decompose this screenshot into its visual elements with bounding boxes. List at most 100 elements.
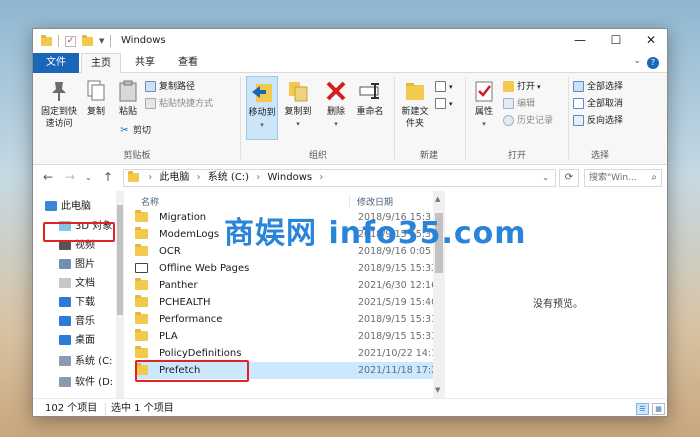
nav-label: 下载	[75, 297, 95, 308]
paste-shortcut-label: 粘贴快捷方式	[159, 99, 214, 109]
easy-access-button[interactable]: ▾	[435, 96, 453, 112]
copy-path-button[interactable]: 复制路径	[145, 79, 195, 95]
column-header-name[interactable]: 名称	[141, 195, 159, 208]
select-none-button[interactable]: 全部取消	[573, 96, 623, 112]
nav-label: 音乐	[75, 316, 95, 327]
file-name: PLA	[159, 331, 178, 342]
list-item[interactable]: PCHEALTH 2021/5/19 15:40	[135, 294, 437, 311]
scroll-down-icon[interactable]: ▼	[435, 386, 440, 394]
scrollbar-thumb[interactable]	[117, 205, 123, 315]
invert-selection-icon	[573, 115, 584, 126]
move-to-button[interactable]: 移动到 ▾	[246, 76, 278, 140]
properties-icon[interactable]: ✓	[65, 35, 76, 47]
address-input[interactable]: › 此电脑 › 系统 (C:) › Windows › ⌄	[123, 169, 556, 187]
nav-label: 图片	[75, 259, 95, 270]
nav-item-documents[interactable]: 文档	[59, 275, 95, 293]
copy-label: 复制	[86, 107, 105, 117]
copy-to-button[interactable]: 复制到 ▾	[281, 79, 315, 130]
documents-icon	[59, 278, 71, 288]
group-label-clipboard: 剪贴板	[123, 151, 151, 161]
group-label-select: 选择	[590, 151, 609, 161]
nav-item-downloads[interactable]: 下载	[59, 294, 95, 312]
file-name: ModemLogs	[159, 229, 220, 240]
list-item[interactable]: Panther 2021/6/30 12:16	[135, 277, 437, 294]
up-icon[interactable]: ↑	[103, 170, 113, 184]
folder-icon	[41, 34, 52, 46]
copy-path-label: 复制路径	[159, 82, 196, 92]
nav-scrollbar[interactable]	[116, 191, 124, 398]
highlight-box	[43, 222, 115, 242]
web-page-icon	[135, 263, 148, 273]
tab-file[interactable]: 文件	[33, 53, 79, 73]
nav-item-music[interactable]: 音乐	[59, 313, 95, 331]
folder-icon	[135, 210, 148, 222]
properties-button[interactable]: 属性 ▾	[469, 79, 499, 130]
scroll-up-icon[interactable]: ▲	[435, 195, 440, 203]
nav-item-system-drive[interactable]: 系统 (C:	[59, 353, 112, 371]
nav-item-software-drive[interactable]: 软件 (D:	[59, 374, 113, 392]
pin-quick-access-button[interactable]: 固定到快速访问	[37, 79, 81, 130]
file-name: OCR	[159, 246, 181, 257]
list-item[interactable]: Performance 2018/9/15 15:33	[135, 311, 437, 328]
nav-item-desktop[interactable]: 桌面	[59, 332, 95, 350]
select-all-button[interactable]: 全部选择	[573, 79, 623, 95]
nav-label: 软件 (D:	[75, 377, 114, 388]
refresh-button[interactable]: ⟳	[559, 169, 579, 187]
back-icon[interactable]: ←	[43, 170, 53, 184]
preview-message: 没有预览。	[533, 299, 583, 310]
breadcrumb-folder[interactable]: Windows	[267, 172, 312, 183]
folder-icon	[135, 312, 148, 324]
chevron-down-icon[interactable]: ⌄	[85, 173, 92, 182]
divider[interactable]	[349, 195, 350, 207]
file-date: 2018/9/15 15:33	[358, 263, 438, 274]
minimize-button[interactable]: —	[563, 29, 597, 53]
forward-icon[interactable]: →	[65, 170, 75, 184]
new-folder-icon[interactable]	[82, 34, 93, 46]
maximize-button[interactable]: ☐	[599, 29, 633, 53]
details-view-icon[interactable]: ☰	[636, 403, 649, 415]
quick-access-toolbar: ✓ ▼	[41, 34, 112, 47]
cut-button[interactable]: ✂ 剪切	[119, 123, 151, 139]
nav-item-this-pc[interactable]: 此电脑	[45, 198, 91, 216]
rename-button[interactable]: 重命名	[353, 79, 387, 118]
chevron-right-icon: ›	[256, 172, 261, 183]
edit-button[interactable]: 编辑	[503, 96, 535, 112]
breadcrumb-drive[interactable]: 系统 (C:)	[208, 172, 249, 183]
paste-button[interactable]: 粘贴	[113, 79, 143, 118]
cut-label: 剪切	[133, 126, 152, 136]
copy-button[interactable]: 复制	[81, 79, 111, 118]
tab-home[interactable]: 主页	[81, 53, 121, 74]
tab-share[interactable]: 共享	[125, 53, 165, 73]
chevron-down-icon[interactable]: ▼	[99, 37, 104, 45]
invert-selection-button[interactable]: 反向选择	[573, 113, 623, 129]
list-item[interactable]: Offline Web Pages 2018/9/15 15:33	[135, 260, 438, 277]
history-button[interactable]: 历史记录	[503, 113, 553, 129]
selected-count: 选中 1 个项目	[111, 403, 174, 414]
open-button[interactable]: 打开 ▾	[503, 79, 541, 95]
highlight-box	[135, 360, 249, 382]
search-input[interactable]: 搜索"Win... ⌕	[584, 169, 662, 187]
nav-item-pictures[interactable]: 图片	[59, 256, 95, 274]
list-item[interactable]: PLA 2018/9/15 15:33	[135, 328, 437, 345]
paste-shortcut-button[interactable]: 粘贴快捷方式	[145, 96, 213, 112]
tab-view[interactable]: 查看	[168, 53, 208, 73]
pin-icon	[47, 79, 71, 103]
chevron-down-icon: ▾	[334, 120, 338, 128]
chevron-down-icon: ▾	[449, 100, 453, 108]
delete-button[interactable]: 删除 ▾	[323, 79, 349, 130]
divider	[568, 77, 569, 159]
help-icon[interactable]: ?	[647, 57, 659, 69]
select-all-icon	[573, 81, 584, 92]
new-folder-button[interactable]: 新建文件夹	[397, 79, 433, 130]
chevron-down-icon[interactable]: ⌄	[542, 170, 549, 186]
folder-icon	[135, 295, 148, 307]
new-item-button[interactable]: ▾	[435, 79, 453, 95]
chevron-down-icon[interactable]: ⌄	[633, 56, 641, 66]
chevron-right-icon: ›	[319, 172, 324, 183]
paste-shortcut-icon	[145, 98, 156, 109]
close-button[interactable]: ✕	[634, 29, 667, 53]
computer-icon	[45, 201, 57, 211]
breadcrumb-pc[interactable]: 此电脑	[159, 172, 189, 183]
large-icons-view-icon[interactable]: ▦	[652, 403, 665, 415]
column-header-date[interactable]: 修改日期	[357, 195, 393, 208]
